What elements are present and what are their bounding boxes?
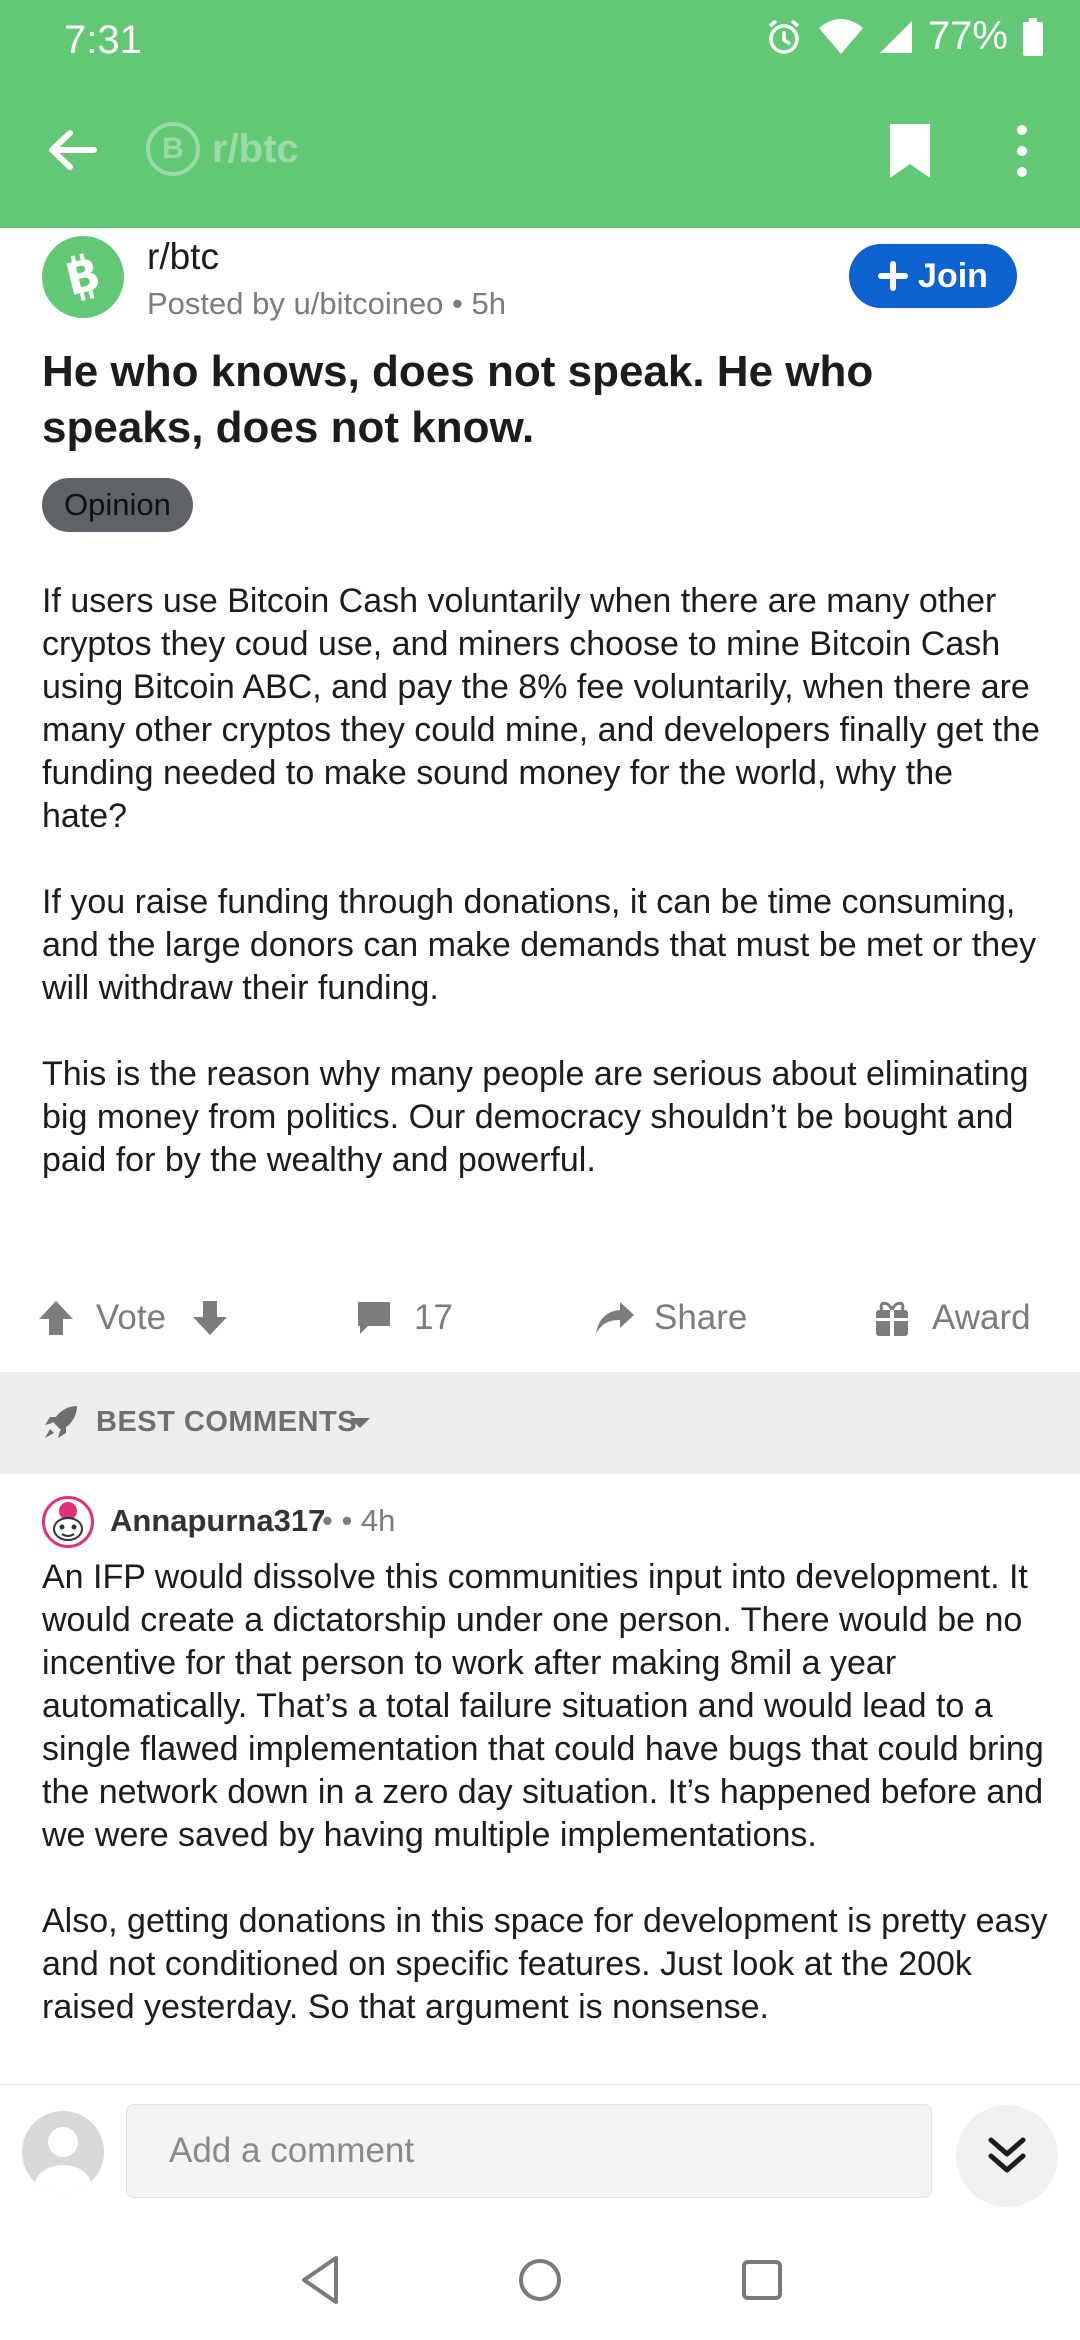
more-options-icon[interactable] — [1004, 120, 1040, 182]
alarm-icon — [768, 19, 800, 54]
appbar-subreddit: B r/btc — [146, 122, 299, 176]
comment-paragraph: An IFP would dissolve this communities i… — [42, 1558, 1044, 1854]
post-author-meta[interactable]: Posted by u/bitcoineo • 5h — [147, 286, 506, 322]
default-avatar-icon — [35, 2127, 91, 2193]
appbar-subreddit-name: r/btc — [212, 126, 299, 171]
status-time: 7:31 — [64, 18, 142, 62]
subreddit-logo-icon: B — [146, 122, 200, 176]
comment-icon — [358, 1302, 390, 1334]
comment-meta: • • 4h — [322, 1503, 396, 1538]
upvote-icon[interactable] — [36, 1298, 76, 1338]
post-paragraph: This is the reason why many people are s… — [42, 1055, 1029, 1179]
share-icon — [596, 1302, 634, 1334]
nav-home-icon[interactable] — [510, 2250, 570, 2310]
bitcoin-logo-icon: B — [61, 249, 106, 306]
award-button[interactable]: Award — [874, 1290, 1031, 1346]
downvote-icon[interactable] — [190, 1298, 230, 1338]
snoo-avatar-icon — [53, 1502, 83, 1541]
commenter-avatar[interactable] — [42, 1496, 94, 1548]
system-navigation-bar — [0, 2214, 1080, 2340]
wifi-icon — [818, 18, 863, 54]
gift-icon — [876, 1301, 908, 1336]
collapse-comments-button[interactable] — [956, 2105, 1058, 2207]
post-actions: Vote 17 Share Award — [0, 1290, 1080, 1346]
comment-sort-bar[interactable]: BEST COMMENTS — [0, 1372, 1080, 1474]
share-button[interactable]: Share — [594, 1290, 747, 1346]
comment-count: 17 — [414, 1298, 453, 1337]
post-paragraph: If you raise funding through donations, … — [42, 883, 1037, 1007]
back-arrow-icon[interactable] — [40, 118, 104, 182]
award-label: Award — [932, 1298, 1031, 1337]
join-button[interactable]: Join — [849, 244, 1017, 308]
nav-recents-icon[interactable] — [732, 2250, 792, 2310]
nav-back-icon[interactable] — [292, 2250, 352, 2310]
comment-paragraph: Also, getting donations in this space fo… — [42, 1902, 1048, 2026]
vote-label: Vote — [96, 1298, 167, 1337]
comments-button[interactable]: 17 — [354, 1290, 453, 1346]
post-paragraph: If users use Bitcoin Cash voluntarily wh… — [42, 582, 1040, 835]
plus-icon — [878, 261, 909, 291]
user-avatar[interactable] — [22, 2111, 104, 2193]
join-label: Join — [918, 256, 988, 295]
share-label: Share — [654, 1298, 748, 1337]
battery-percent: 77% — [927, 14, 1008, 58]
battery-icon — [1023, 17, 1043, 56]
comment-body: An IFP would dissolve this communities i… — [42, 1556, 1072, 2072]
status-icons: 77% — [764, 14, 1044, 59]
post-subreddit-name[interactable]: r/btc — [147, 236, 219, 278]
sort-label: BEST COMMENTS — [96, 1406, 358, 1438]
add-comment-input[interactable]: Add a comment — [126, 2104, 932, 2198]
chevron-down-icon — [350, 1418, 370, 1428]
comment-author[interactable]: Annapurna317 — [110, 1503, 325, 1539]
signal-icon — [879, 20, 912, 53]
rocket-icon — [45, 1406, 77, 1438]
app-header: 7:31 77% B r/btc — [0, 0, 1080, 228]
bookmark-icon[interactable] — [886, 120, 934, 182]
double-chevron-down-icon — [988, 2137, 1026, 2173]
subreddit-avatar[interactable]: B — [42, 236, 124, 318]
post-title: He who knows, does not speak. He who spe… — [42, 347, 874, 452]
comment-compose-bar: Add a comment — [0, 2084, 1080, 2214]
post-flair[interactable]: Opinion — [42, 478, 193, 532]
vote-control: Vote — [36, 1290, 230, 1346]
post-body: If users use Bitcoin Cash voluntarily wh… — [42, 580, 1042, 1225]
